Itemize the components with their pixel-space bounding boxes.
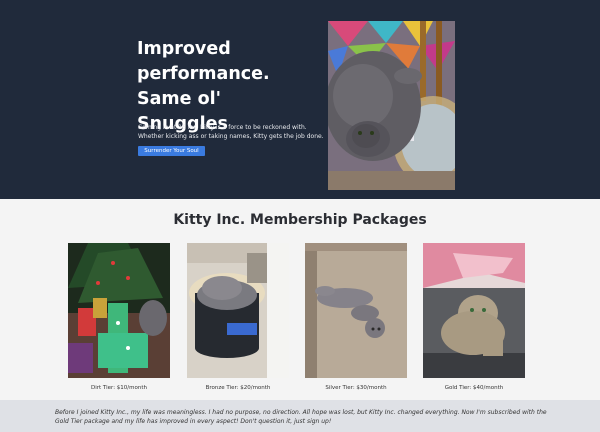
surrender-your-soul-button[interactable]: Surrender Your Soul — [138, 146, 205, 156]
tier-card-silver[interactable]: Silver Tier: $30/month — [305, 243, 407, 392]
bronze-tier-label: Bronze Tier: $20/month — [205, 385, 271, 391]
tier-card-gold[interactable]: Gold Tier: $40/month — [423, 243, 525, 392]
testimonial-text: Before I joined Kitty Inc., my life was … — [55, 409, 547, 425]
packages-title: Kitty Inc. Membership Packages — [173, 212, 427, 228]
gold-tier-photo — [423, 243, 525, 378]
tier-card-dirt[interactable]: Dirt Tier: $10/month — [68, 243, 170, 392]
hero-section: Improved performance. Same ol' Snuggles … — [0, 0, 600, 199]
silver-tier-photo — [305, 243, 407, 378]
tier-card-bronze[interactable]: Bronze Tier: $20/month — [187, 243, 289, 392]
hero-cat-photo — [328, 21, 455, 190]
hero-title: Improved performance. Same ol' Snuggles — [137, 39, 270, 134]
gold-tier-label: Gold Tier: $40/month — [444, 385, 504, 391]
dirt-tier-photo — [68, 243, 170, 378]
hero-description: Coming in at 16 lbs, Kitty is a force to… — [138, 124, 324, 140]
testimonial-section: Before I joined Kitty Inc., my life was … — [0, 400, 600, 432]
bronze-tier-photo — [187, 243, 289, 378]
silver-tier-label: Silver Tier: $30/month — [325, 385, 387, 391]
dirt-tier-label: Dirt Tier: $10/month — [91, 385, 147, 391]
